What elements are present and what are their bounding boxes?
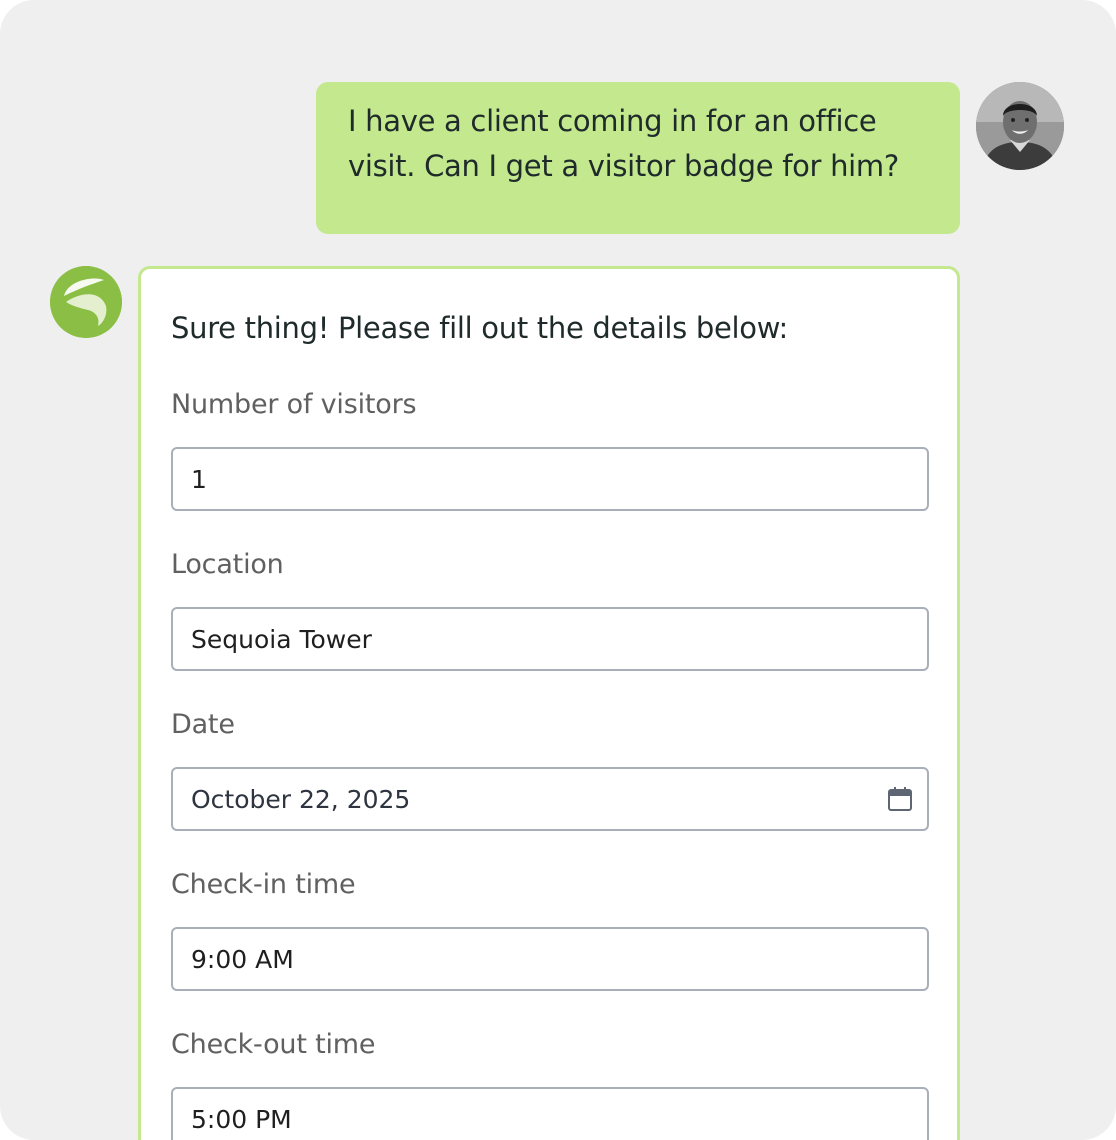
checkout-input[interactable]: 5:00 PM xyxy=(171,1087,929,1140)
bot-logo xyxy=(50,266,122,338)
user-avatar-icon xyxy=(976,82,1064,170)
visitors-value: 1 xyxy=(191,464,207,494)
bot-intro-text: Sure thing! Please fill out the details … xyxy=(171,311,789,345)
checkin-input[interactable]: 9:00 AM xyxy=(171,927,929,991)
date-label: Date xyxy=(171,709,235,740)
date-value: October 22, 2025 xyxy=(191,784,411,814)
checkout-value: 5:00 PM xyxy=(191,1104,292,1134)
user-avatar[interactable] xyxy=(976,82,1064,170)
location-value: Sequoia Tower xyxy=(191,624,372,654)
visitors-label: Number of visitors xyxy=(171,389,417,420)
location-input[interactable]: Sequoia Tower xyxy=(171,607,929,671)
user-message-bubble: I have a client coming in for an office … xyxy=(316,82,960,234)
calendar-icon[interactable] xyxy=(887,786,913,812)
chat-window: I have a client coming in for an office … xyxy=(0,0,1116,1140)
checkout-label: Check-out time xyxy=(171,1029,376,1060)
date-input[interactable]: October 22, 2025 xyxy=(171,767,929,831)
checkin-label: Check-in time xyxy=(171,869,356,900)
location-label: Location xyxy=(171,549,284,580)
checkin-value: 9:00 AM xyxy=(191,944,294,974)
visitors-input[interactable]: 1 xyxy=(171,447,929,511)
leaf-logo-icon xyxy=(50,266,122,338)
bot-message-card: Sure thing! Please fill out the details … xyxy=(138,266,960,1140)
user-message-line-2: visit. Can I get a visitor badge for him… xyxy=(348,149,899,183)
